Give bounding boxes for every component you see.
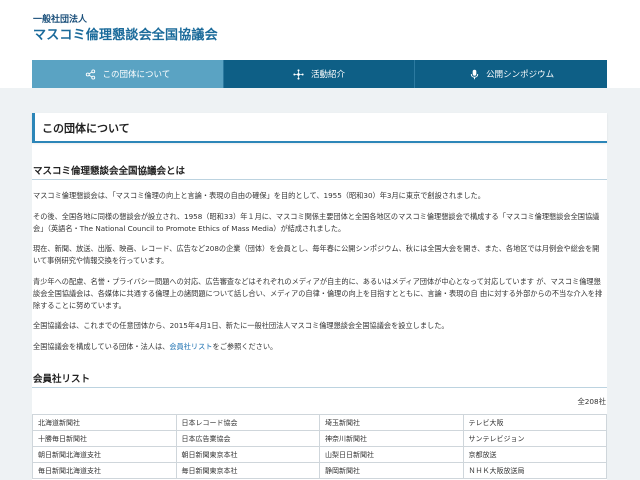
paragraph-6-text-after: をご参照ください。: [212, 342, 278, 351]
nav-item-symposium[interactable]: 公開シンポジウム: [415, 60, 607, 88]
page-title: この団体について: [42, 122, 130, 135]
about-paragraph-6: 全国協議会を構成している団体・法人は、会員社リストをご参照ください。: [33, 341, 605, 353]
member-cell: 日本広告業協会: [175, 430, 320, 447]
member-total-count: 全208社: [577, 397, 606, 406]
about-paragraph-4: 青少年への配慮、名誉・プライバシー問題への対応、広告審査などはそれぞれのメディア…: [33, 277, 603, 310]
microphone-icon: [468, 68, 480, 80]
share-nodes-icon: [84, 68, 96, 80]
network-icon: [293, 68, 305, 80]
member-cell: ＮＨＫ大阪放送局: [462, 462, 607, 479]
page-title-box: この団体について: [32, 113, 607, 143]
member-list-link[interactable]: 会員社リスト: [169, 342, 212, 351]
nav-item-about[interactable]: この団体について: [32, 60, 224, 88]
member-cell: サンテレビジョン: [462, 430, 607, 447]
member-cell: 山梨日日新聞社: [319, 446, 464, 463]
table-row: 毎日新聞北海道支社 毎日新聞東京本社 静岡新聞社 ＮＨＫ大阪放送局: [32, 462, 607, 479]
nav-label-symposium: 公開シンポジウム: [486, 70, 555, 80]
about-heading-underline: [32, 179, 607, 180]
nav-label-activities: 活動紹介: [310, 70, 345, 80]
about-paragraph-1: マスコミ倫理懇談会は、「マスコミ倫理の向上と言論・表現の自由の確保」を目的として…: [33, 191, 485, 200]
table-row: 朝日新聞北海道支社 朝日新聞東京本社 山梨日日新聞社 京都放送: [32, 446, 607, 463]
member-cell: 京都放送: [462, 446, 607, 463]
member-cell: 毎日新聞北海道支社: [32, 462, 177, 479]
table-row: 十勝毎日新聞社 日本広告業協会 神奈川新聞社 サンテレビジョン: [32, 430, 607, 447]
title-accent-bar: [32, 113, 35, 141]
member-cell: 日本レコード協会: [175, 414, 320, 431]
about-paragraph-5: 全国協議会は、これまでの任意団体から、2015年4月1日、新たに一般社団法人マス…: [33, 321, 449, 330]
members-heading-underline: [32, 387, 607, 388]
member-cell: 朝日新聞東京本社: [175, 446, 320, 463]
member-cell: 朝日新聞北海道支社: [32, 446, 177, 463]
site-logo-title[interactable]: マスコミ倫理懇談会全国協議会: [33, 24, 218, 43]
member-cell: 静岡新聞社: [319, 462, 464, 479]
about-paragraph-3: 現在、新聞、放送、出版、映画、レコード、広告など208の企業（団体）を会員とし、…: [33, 244, 600, 265]
about-paragraph-2: その後、全国各地に同様の懇談会が設立され、1958（昭和33）年１月に、マスコミ…: [33, 212, 600, 233]
about-heading: マスコミ倫理懇談会全国協議会とは: [33, 166, 186, 177]
member-cell: 埼玉新聞社: [319, 414, 464, 431]
member-cell: 北海道新聞社: [32, 414, 177, 431]
table-row: 北海道新聞社 日本レコード協会 埼玉新聞社 テレビ大阪: [32, 414, 607, 431]
site-header: 一般社団法人 マスコミ倫理懇談会全国協議会: [0, 0, 640, 56]
member-cell: 毎日新聞東京本社: [175, 462, 320, 479]
member-cell: 神奈川新聞社: [319, 430, 464, 447]
member-cell: テレビ大阪: [462, 414, 607, 431]
main-nav: この団体について 活動紹介 公開シンポジウム: [32, 60, 607, 88]
nav-item-activities[interactable]: 活動紹介: [223, 60, 416, 88]
member-table: 北海道新聞社 日本レコード協会 埼玉新聞社 テレビ大阪 十勝毎日新聞社 日本広告業協会 神奈…: [32, 414, 607, 479]
paragraph-6-text-before: 全国協議会を構成している団体・法人は、: [33, 342, 170, 351]
members-heading: 会員社リスト: [33, 374, 91, 385]
nav-label-about: この団体について: [102, 70, 171, 80]
member-cell: 十勝毎日新聞社: [32, 430, 177, 447]
